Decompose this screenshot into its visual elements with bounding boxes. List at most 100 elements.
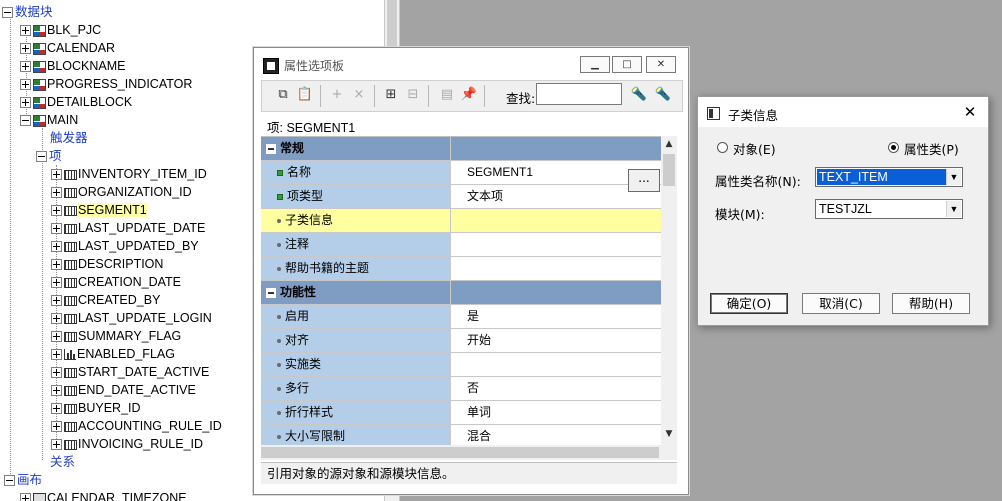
dialog-title-bar[interactable]: 子类信息 ✕ xyxy=(698,97,988,127)
close-icon[interactable]: ✕ xyxy=(960,102,980,122)
add-property-icon[interactable]: + xyxy=(328,86,346,104)
search-backward-icon[interactable]: 🔦 xyxy=(654,86,672,104)
paste-properties-icon[interactable]: 📋 xyxy=(296,86,314,104)
close-button[interactable]: ✕ xyxy=(646,56,676,73)
expand-icon[interactable] xyxy=(51,331,62,343)
tree-node-block[interactable]: DETAILBLOCK xyxy=(20,93,132,111)
tree-node-item[interactable]: END_DATE_ACTIVE xyxy=(51,381,196,399)
property-class-radio-label[interactable]: 属性类(P) xyxy=(904,139,959,158)
inherit-icon[interactable]: ⊟ xyxy=(404,86,422,104)
collapse-icon[interactable] xyxy=(266,287,276,298)
tree-node-item[interactable]: LAST_UPDATE_DATE xyxy=(51,219,205,237)
expand-icon[interactable] xyxy=(20,493,31,501)
property-row-comments[interactable]: 注释 xyxy=(261,233,661,257)
property-class-icon[interactable]: ⊞ xyxy=(382,86,400,104)
tree-node-block[interactable]: BLK_PJC xyxy=(20,21,101,39)
property-value[interactable]: SEGMENT1 xyxy=(467,161,533,184)
expand-icon[interactable] xyxy=(51,223,62,235)
expand-icon[interactable] xyxy=(20,25,31,37)
tree-node-block-main[interactable]: MAIN xyxy=(20,111,78,129)
property-row-multi-line[interactable]: 多行 否 xyxy=(261,377,661,401)
collapse-icon[interactable] xyxy=(2,7,13,19)
expand-icon[interactable] xyxy=(20,43,31,55)
tree-node-item[interactable]: INVENTORY_ITEM_ID xyxy=(51,165,207,183)
tree-node-item[interactable]: DESCRIPTION xyxy=(51,255,163,273)
property-value[interactable]: 开始 xyxy=(467,329,491,352)
title-bar[interactable]: 属性选项板 ▁ □ ✕ xyxy=(254,48,688,80)
expand-icon[interactable] xyxy=(51,385,62,397)
tree-node-item[interactable]: CREATED_BY xyxy=(51,291,160,309)
delete-property-icon[interactable]: × xyxy=(350,86,368,104)
tree-node-item[interactable]: LAST_UPDATED_BY xyxy=(51,237,199,255)
property-row-enabled[interactable]: 启用 是 xyxy=(261,305,661,329)
expand-icon[interactable] xyxy=(20,61,31,73)
class-name-combo[interactable]: TEXT_ITEM ▼ xyxy=(815,167,963,187)
help-button[interactable]: 帮助(H) xyxy=(892,293,970,314)
tree-node-item[interactable]: CREATION_DATE xyxy=(51,273,181,291)
tree-node-data-blocks[interactable]: 数据块 xyxy=(2,3,53,21)
expand-icon[interactable] xyxy=(20,79,31,91)
expand-icon[interactable] xyxy=(51,349,62,361)
collapse-icon[interactable] xyxy=(36,151,47,163)
copy-properties-icon[interactable]: ⧉ xyxy=(274,86,292,104)
expand-icon[interactable] xyxy=(51,277,62,289)
collapse-icon[interactable] xyxy=(4,475,15,487)
property-value[interactable]: 单词 xyxy=(467,401,491,424)
cancel-button[interactable]: 取消(C) xyxy=(802,293,880,314)
category-general[interactable]: 常规 xyxy=(261,137,661,161)
expand-icon[interactable] xyxy=(51,439,62,451)
property-row-help-topic[interactable]: 帮助书籍的主题 xyxy=(261,257,661,281)
tree-node-item[interactable]: ACCOUNTING_RULE_ID xyxy=(51,417,222,435)
more-button[interactable]: ... xyxy=(628,169,660,192)
object-radio[interactable] xyxy=(717,142,728,153)
tree-node-block[interactable]: PROGRESS_INDICATOR xyxy=(20,75,192,93)
tree-node-item[interactable]: ENABLED_FLAG xyxy=(51,345,175,363)
maximize-button[interactable]: □ xyxy=(612,56,642,73)
property-grid-scrollbar[interactable]: ▲ ▼ xyxy=(661,136,677,460)
tree-node-item[interactable]: INVOICING_RULE_ID xyxy=(51,435,203,453)
scrollbar-thumb[interactable] xyxy=(663,154,675,186)
expand-icon[interactable] xyxy=(20,97,31,109)
chevron-down-icon[interactable]: ▼ xyxy=(946,201,961,217)
property-class-radio[interactable] xyxy=(888,142,899,153)
expand-icon[interactable] xyxy=(51,421,62,433)
scroll-down-icon[interactable]: ▼ xyxy=(661,426,677,442)
ok-button[interactable]: 确定(O) xyxy=(710,293,788,314)
property-grid-hscrollbar[interactable] xyxy=(261,445,661,460)
property-row-wrap-style[interactable]: 折行样式 单词 xyxy=(261,401,661,425)
expand-icon[interactable] xyxy=(51,313,62,325)
property-row-justification[interactable]: 对齐 开始 xyxy=(261,329,661,353)
tree-node-block[interactable]: BLOCKNAME xyxy=(20,57,126,75)
tree-node-item-selected[interactable]: SEGMENT1 xyxy=(51,201,147,219)
property-value[interactable]: 是 xyxy=(467,305,479,328)
expand-icon[interactable] xyxy=(51,205,62,217)
tree-node-item[interactable]: START_DATE_ACTIVE xyxy=(51,363,209,381)
expand-icon[interactable] xyxy=(51,187,62,199)
collapse-icon[interactable] xyxy=(20,115,31,127)
scrollbar-thumb[interactable] xyxy=(261,447,659,458)
tree-node-item[interactable]: BUYER_ID xyxy=(51,399,141,417)
chevron-down-icon[interactable]: ▼ xyxy=(946,169,961,185)
property-row-name[interactable]: 名称 SEGMENT1 xyxy=(261,161,661,185)
tree-node-items[interactable]: 项 xyxy=(36,147,62,165)
expand-icon[interactable] xyxy=(51,241,62,253)
expand-icon[interactable] xyxy=(51,403,62,415)
tree-node-item[interactable]: SUMMARY_FLAG xyxy=(51,327,181,345)
intersection-icon[interactable]: ▤ xyxy=(438,86,456,104)
object-radio-label[interactable]: 对象(E) xyxy=(733,139,776,158)
tree-node-item[interactable]: LAST_UPDATE_LOGIN xyxy=(51,309,212,327)
tree-node-canvases[interactable]: 画布 xyxy=(4,471,42,489)
expand-icon[interactable] xyxy=(51,295,62,307)
property-row-implementation-class[interactable]: 实施类 xyxy=(261,353,661,377)
expand-icon[interactable] xyxy=(51,259,62,271)
expand-icon[interactable] xyxy=(51,367,62,379)
property-row-subclass-info[interactable]: 子类信息 xyxy=(261,209,661,233)
freeze-pin-icon[interactable]: 📌 xyxy=(460,86,478,104)
scroll-up-icon[interactable]: ▲ xyxy=(661,136,677,152)
property-row-item-type[interactable]: 项类型 文本项 xyxy=(261,185,661,209)
find-input[interactable] xyxy=(536,83,622,105)
expand-icon[interactable] xyxy=(51,169,62,181)
minimize-button[interactable]: ▁ xyxy=(580,56,610,73)
tree-node-item[interactable]: ORGANIZATION_ID xyxy=(51,183,192,201)
category-functional[interactable]: 功能性 xyxy=(261,281,661,305)
